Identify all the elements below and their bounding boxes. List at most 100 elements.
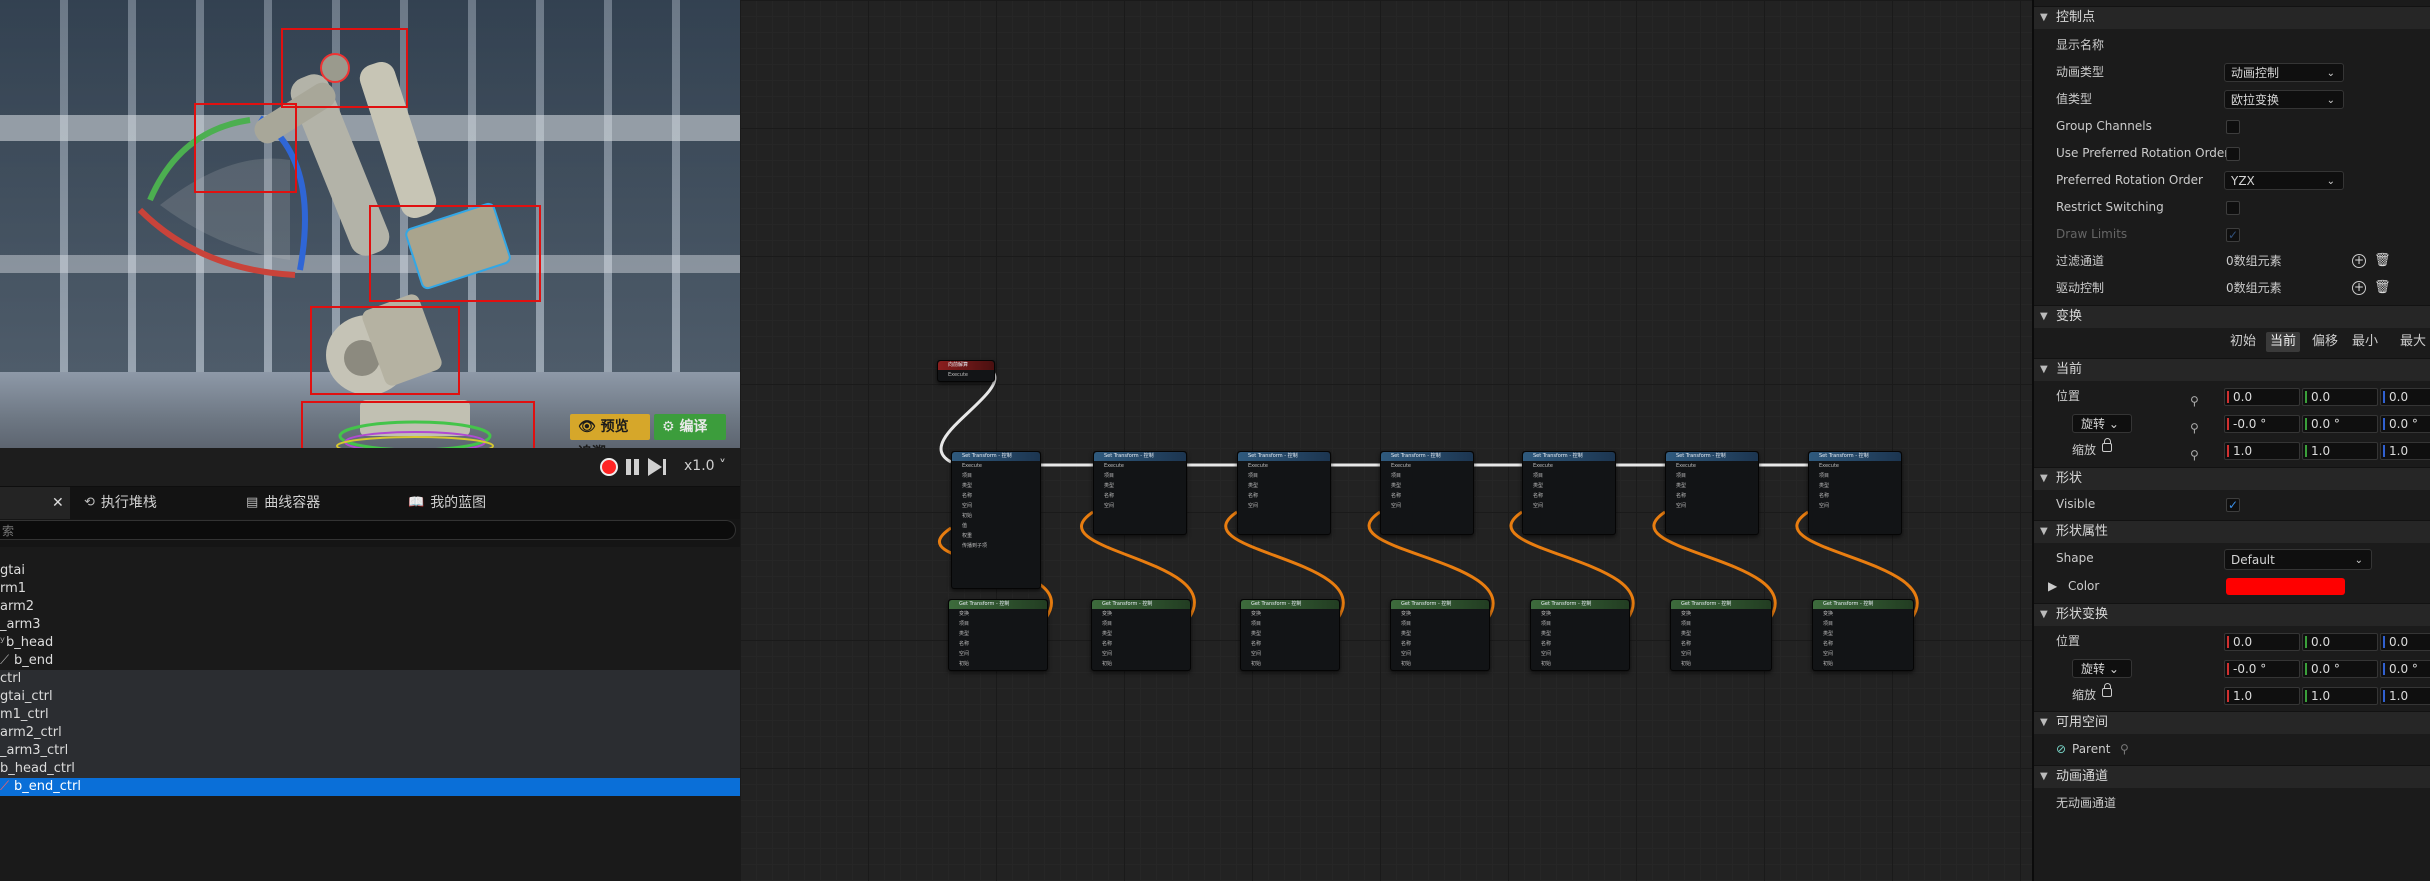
shape-rotation-x-field[interactable]: -0.0 °	[2224, 660, 2300, 678]
preview-trace-button[interactable]: 👁 预览追溯	[570, 414, 650, 448]
node-pin[interactable]: 空间	[1531, 649, 1629, 659]
node-pin[interactable]: 空间	[1671, 649, 1771, 659]
viewport[interactable]: 👁 预览追溯 ⚙ 编译	[0, 0, 740, 448]
set-transform-node[interactable]: Set Transform - 控制 Execute 项目 类型 名称 空间	[1237, 451, 1331, 535]
trash-icon[interactable]: 🗑	[2374, 254, 2391, 268]
node-pin[interactable]: 空间	[949, 649, 1047, 659]
node-pin[interactable]: 空间	[1094, 501, 1186, 511]
restrict-switching-checkbox[interactable]	[2226, 201, 2240, 215]
hierarchy-item[interactable]: m1_ctrl	[0, 706, 740, 724]
get-transform-node[interactable]: Get Transform - 控制 变换 项目 类型 名称 空间 初始	[1390, 599, 1490, 671]
node-pin[interactable]: 名称	[1092, 639, 1190, 649]
playback-speed-dropdown[interactable]: x1.0 ˅	[684, 458, 726, 474]
node-pin[interactable]: 项目	[1241, 619, 1339, 629]
rotation-z-field[interactable]: 0.0 °	[2380, 415, 2430, 433]
shape-scale-y-field[interactable]: 1.0	[2302, 687, 2378, 705]
rotation-x-field[interactable]: -0.0 °	[2224, 415, 2300, 433]
node-pin[interactable]: 项目	[1809, 471, 1901, 481]
node-pin[interactable]: 类型	[952, 481, 1040, 491]
rotation-y-field[interactable]: 0.0 °	[2302, 415, 2378, 433]
node-pin[interactable]: 空间	[1391, 649, 1489, 659]
hierarchy-item[interactable]: arm2	[0, 598, 740, 616]
node-pin[interactable]: 空间	[1666, 501, 1758, 511]
node-pin[interactable]: Execute	[952, 461, 1040, 471]
node-pin[interactable]: 类型	[1809, 481, 1901, 491]
selection-box-arm2[interactable]	[310, 306, 460, 395]
node-pin[interactable]: 初始	[952, 511, 1040, 521]
transform-tab-min[interactable]: 最小	[2352, 332, 2378, 352]
node-pin[interactable]: 名称	[1809, 491, 1901, 501]
location-z-field[interactable]: 0.0	[2380, 388, 2430, 406]
node-pin[interactable]: 类型	[1241, 629, 1339, 639]
hierarchy-item[interactable]: ⟋ b_end	[0, 652, 740, 670]
node-pin[interactable]: 项目	[1813, 619, 1913, 629]
hierarchy-item[interactable]: b_head_ctrl	[0, 760, 740, 778]
node-pin[interactable]: 项目	[949, 619, 1047, 629]
trash-icon[interactable]: 🗑	[2374, 281, 2391, 295]
shape-dropdown[interactable]: Default ⌄	[2224, 549, 2372, 570]
node-pin[interactable]: 初始	[1092, 659, 1190, 669]
node-pin[interactable]: 类型	[1381, 481, 1473, 491]
close-icon[interactable]: ✕	[52, 487, 64, 519]
visible-checkbox[interactable]: ✓	[2226, 498, 2240, 512]
node-pin[interactable]: 类型	[1523, 481, 1615, 491]
tab-execution-stack[interactable]: ⟲ 执行堆栈	[84, 487, 157, 519]
node-pin[interactable]: 项目	[1094, 471, 1186, 481]
node-pin[interactable]: 初始	[949, 659, 1047, 669]
node-pin[interactable]: 类型	[1238, 481, 1330, 491]
section-control[interactable]: ▼ 控制点	[2034, 6, 2430, 29]
node-pin[interactable]: 名称	[1094, 491, 1186, 501]
node-pin[interactable]: 名称	[1813, 639, 1913, 649]
use-preferred-rotation-checkbox[interactable]	[2226, 147, 2240, 161]
record-icon[interactable]	[600, 458, 618, 476]
node-pin[interactable]: 项目	[1666, 471, 1758, 481]
get-transform-node[interactable]: Get Transform - 控制 变换 项目 类型 名称 空间 初始	[1530, 599, 1630, 671]
node-pin[interactable]: 空间	[1092, 649, 1190, 659]
section-shape-properties[interactable]: ▼ 形状属性	[2034, 520, 2430, 543]
pause-icon[interactable]	[624, 458, 642, 476]
node-pin[interactable]: 变换	[1813, 609, 1913, 619]
node-pin[interactable]: 名称	[952, 491, 1040, 501]
scale-x-field[interactable]: 1.0	[2224, 442, 2300, 460]
scale-z-field[interactable]: 1.0	[2380, 442, 2430, 460]
node-pin[interactable]: Execute	[1809, 461, 1901, 471]
node-pin[interactable]: 项目	[1523, 471, 1615, 481]
get-transform-node[interactable]: Get Transform - 控制 变换 项目 类型 名称 空间 初始	[1812, 599, 1914, 671]
node-pin[interactable]: 项目	[1092, 619, 1190, 629]
step-icon[interactable]	[663, 459, 666, 475]
section-anim-channels[interactable]: ▼ 动画通道	[2034, 765, 2430, 788]
node-pin[interactable]: 空间	[1813, 649, 1913, 659]
node-pin[interactable]: 类型	[1092, 629, 1190, 639]
node-pin[interactable]: 项目	[1531, 619, 1629, 629]
location-x-field[interactable]: 0.0	[2224, 388, 2300, 406]
section-transform[interactable]: ▼ 变换	[2034, 305, 2430, 328]
node-pin[interactable]: Execute	[1666, 461, 1758, 471]
selection-box-arm3[interactable]	[194, 103, 297, 193]
hierarchy-item[interactable]: ctrl	[0, 670, 740, 688]
node-pin[interactable]: 变换	[1092, 609, 1190, 619]
get-transform-node[interactable]: Get Transform - 控制 变换 项目 类型 名称 空间 初始	[1240, 599, 1340, 671]
node-pin[interactable]: 类型	[1813, 629, 1913, 639]
node-pin[interactable]: 权重	[952, 531, 1040, 541]
node-pin[interactable]: Execute	[1238, 461, 1330, 471]
node-pin[interactable]: 类型	[1666, 481, 1758, 491]
section-shape-transform[interactable]: ▼ 形状变换	[2034, 603, 2430, 626]
location-y-field[interactable]: 0.0	[2302, 388, 2378, 406]
shape-scale-z-field[interactable]: 1.0	[2380, 687, 2430, 705]
section-shape[interactable]: ▼ 形状	[2034, 467, 2430, 490]
node-pin[interactable]: 空间	[952, 501, 1040, 511]
add-icon[interactable]: +	[2352, 281, 2366, 295]
node-pin[interactable]: 名称	[949, 639, 1047, 649]
event-node[interactable]: 向前解算 Execute	[937, 360, 995, 382]
get-transform-node[interactable]: Get Transform - 控制 变换 项目 类型 名称 空间 初始	[1091, 599, 1191, 671]
shape-location-y-field[interactable]: 0.0	[2302, 633, 2378, 651]
node-pin[interactable]: 空间	[1523, 501, 1615, 511]
node-pin[interactable]: 名称	[1671, 639, 1771, 649]
node-pin[interactable]: 名称	[1381, 491, 1473, 501]
hierarchy-item[interactable]: gtai_ctrl	[0, 688, 740, 706]
node-pin[interactable]: 空间	[1381, 501, 1473, 511]
node-pin[interactable]: 变换	[1531, 609, 1629, 619]
hierarchy-item[interactable]: arm2_ctrl	[0, 724, 740, 742]
node-pin[interactable]: Execute	[1381, 461, 1473, 471]
rig-graph-editor[interactable]: 向前解算 Execute Set Transform - 控制 Execute 项目 类型…	[740, 0, 2032, 881]
